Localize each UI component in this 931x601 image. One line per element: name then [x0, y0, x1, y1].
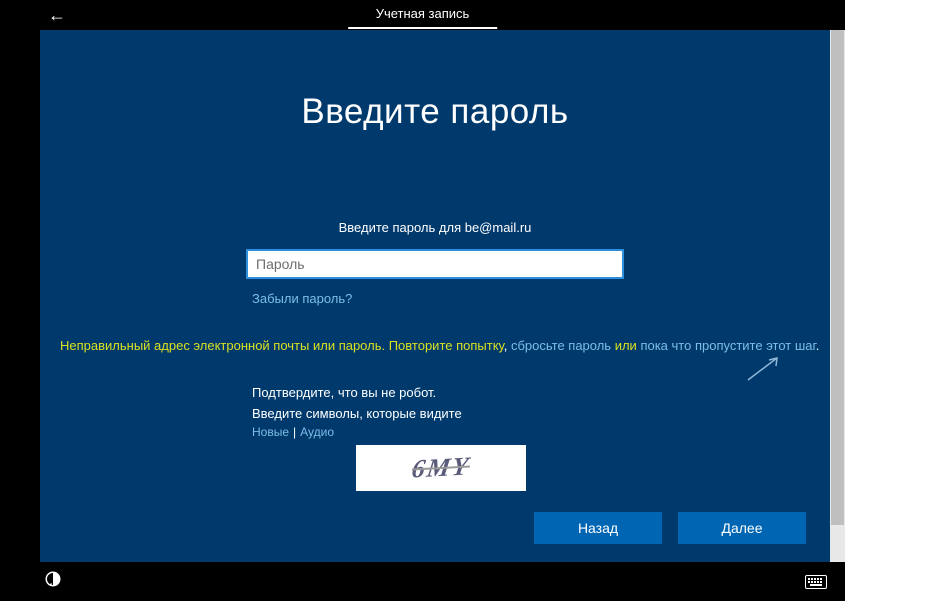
password-field-wrap — [246, 249, 624, 279]
captcha-image: 6MY — [356, 445, 526, 491]
error-sep: , — [504, 338, 511, 353]
main-panel: Введите пароль Введите пароль для be@mai… — [40, 30, 830, 562]
captcha-text: 6MY — [410, 451, 472, 484]
annotation-arrow-icon — [742, 356, 782, 386]
captcha-divider: | — [293, 425, 296, 439]
bottom-bar — [0, 562, 845, 601]
page-title: Введите пароль — [40, 92, 830, 132]
scrollbar-track[interactable] — [830, 30, 845, 562]
next-button[interactable]: Далее — [678, 512, 806, 544]
footer-buttons: Назад Далее — [534, 512, 806, 544]
back-button[interactable]: Назад — [534, 512, 662, 544]
error-period: . — [816, 338, 820, 353]
oobe-window: ← Учетная запись Введите пароль Введите … — [0, 0, 845, 601]
tab-account[interactable]: Учетная запись — [348, 0, 498, 29]
captcha-audio-link[interactable]: Аудио — [300, 425, 334, 439]
captcha-confirm-label: Подтвердите, что вы не робот. — [252, 385, 830, 400]
forgot-password-link[interactable]: Забыли пароль? — [252, 291, 352, 306]
scrollbar-thumb[interactable] — [831, 30, 844, 525]
error-message: Неправильный адрес электронной почты или… — [40, 338, 830, 353]
password-input[interactable] — [246, 249, 624, 279]
top-bar: ← Учетная запись — [0, 0, 845, 30]
captcha-links: Новые | Аудио — [252, 425, 830, 439]
ease-of-access-icon[interactable] — [44, 570, 62, 593]
captcha-new-link[interactable]: Новые — [252, 425, 289, 439]
keyboard-icon[interactable] — [805, 575, 827, 589]
reset-password-link[interactable]: сбросьте пароль — [511, 338, 611, 353]
password-prompt: Введите пароль для be@mail.ru — [40, 220, 830, 235]
captcha-instruction: Введите символы, которые видите — [252, 406, 830, 421]
back-arrow-icon[interactable]: ← — [48, 0, 66, 30]
error-text: Неправильный адрес электронной почты или… — [60, 338, 504, 353]
skip-step-link[interactable]: пока что пропустите этот шаг — [640, 338, 815, 353]
captcha-section: Подтвердите, что вы не робот. Введите си… — [252, 385, 830, 491]
error-or: или — [611, 338, 640, 353]
